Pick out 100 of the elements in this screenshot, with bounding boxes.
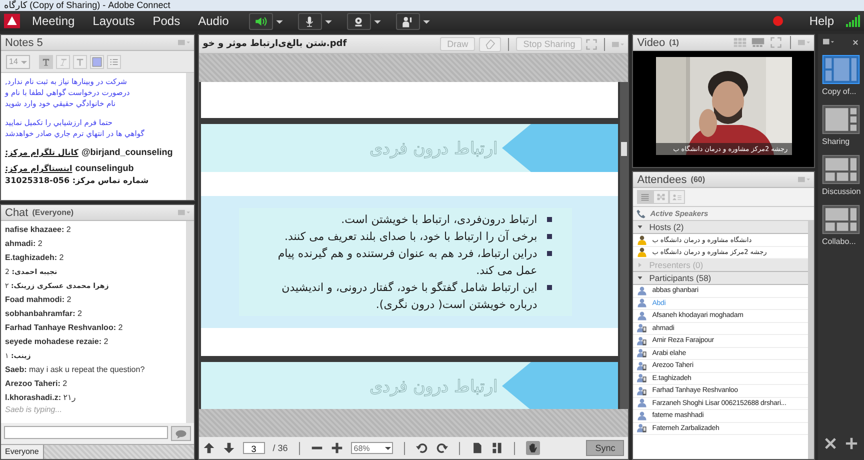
layout-label[interactable]: Discussion bbox=[822, 187, 861, 196]
chat-message: ahmadi: 2 bbox=[5, 238, 44, 250]
page-number-field[interactable]: 3 bbox=[242, 442, 265, 454]
raise-hand-button[interactable] bbox=[396, 12, 420, 30]
menu-item[interactable]: Layouts bbox=[86, 14, 141, 28]
caret-icon bbox=[384, 444, 392, 452]
slide-title: ارتباط درون فردی bbox=[369, 376, 498, 396]
redo-icon[interactable] bbox=[436, 442, 448, 454]
layout-label[interactable]: Sharing bbox=[822, 137, 850, 146]
caret-icon bbox=[637, 262, 644, 268]
host-icon bbox=[637, 234, 648, 245]
person-device-icon bbox=[637, 360, 648, 371]
caret-icon bbox=[637, 224, 644, 230]
recipient-tab[interactable]: Everyone bbox=[1, 445, 44, 459]
zoom-dropdown[interactable]: 68% bbox=[350, 442, 393, 454]
chat-message: Farhad Tanhaye Reshvanloo: 2 bbox=[5, 322, 124, 334]
undo-icon[interactable] bbox=[416, 442, 428, 454]
layout-thumbnail[interactable] bbox=[822, 55, 860, 84]
chat-message: Arezoo Taheri: 2 bbox=[5, 378, 68, 390]
group-header[interactable]: Hosts (2) bbox=[633, 221, 808, 234]
person-icon bbox=[637, 286, 648, 296]
bullet-icon bbox=[547, 217, 552, 222]
text-color-icon[interactable] bbox=[90, 54, 104, 68]
bold-icon[interactable] bbox=[39, 54, 53, 68]
close-icon[interactable] bbox=[852, 38, 860, 46]
contact-handle: @birjand_counseling bbox=[81, 147, 173, 157]
page-count: / 36 bbox=[272, 443, 288, 453]
person-device-icon bbox=[637, 373, 648, 384]
person-device-icon bbox=[637, 423, 648, 434]
menu-item[interactable]: Audio bbox=[192, 14, 235, 28]
person-icon bbox=[637, 298, 648, 308]
person-device-icon bbox=[637, 323, 648, 334]
speaker-icon bbox=[254, 14, 268, 28]
scrollbar[interactable] bbox=[620, 82, 628, 409]
pod-title: Attendees bbox=[637, 174, 687, 186]
chat-message: Foad mahmodi: 2 bbox=[5, 294, 72, 306]
pod-title: Chat bbox=[5, 206, 28, 218]
raised-hand-icon bbox=[401, 14, 414, 28]
person-icon bbox=[637, 398, 648, 408]
group-header[interactable]: Participants (58) bbox=[633, 272, 808, 285]
layout-thumbnail[interactable] bbox=[822, 205, 860, 234]
chat-message: seyede mohadese rezaie: 2 bbox=[5, 336, 110, 348]
phone-icon bbox=[636, 208, 646, 218]
menu-item[interactable]: Meeting bbox=[26, 14, 81, 28]
arrow-down-icon[interactable] bbox=[222, 442, 235, 454]
person-device-icon bbox=[637, 386, 648, 396]
contact-label: كانال تلگرام مركز: bbox=[5, 148, 78, 157]
caret-icon bbox=[637, 275, 644, 281]
page-layout-icon[interactable] bbox=[490, 442, 503, 454]
video-count: (1) bbox=[669, 38, 679, 47]
phone-line: شماره تماس مركز: 056-31025318 bbox=[5, 176, 149, 185]
attendee-count: (60) bbox=[690, 175, 706, 184]
webcam-button[interactable] bbox=[346, 12, 371, 30]
chat-message: Saeb: may i ask u repeat the question? bbox=[5, 364, 146, 376]
chat-message: nafise khazaee: 2 bbox=[5, 224, 72, 236]
single-page-icon[interactable] bbox=[470, 442, 483, 454]
logo-icon bbox=[4, 13, 20, 29]
menu-item[interactable]: Pods bbox=[146, 14, 186, 28]
list-view-icon[interactable] bbox=[637, 190, 654, 204]
layout-label[interactable]: Copy of... bbox=[822, 87, 856, 96]
bullet-icon bbox=[547, 285, 552, 290]
chat-message: sobhanbahramfar: 2 bbox=[5, 308, 83, 320]
menu-item[interactable]: Help bbox=[803, 14, 840, 28]
layout-thumbnail[interactable] bbox=[822, 155, 860, 184]
sync-button[interactable]: Sync bbox=[586, 440, 624, 456]
recording-icon[interactable] bbox=[773, 16, 784, 26]
layout-menu-icon[interactable] bbox=[823, 38, 834, 46]
microphone-button[interactable] bbox=[298, 12, 322, 30]
bullet-text: این ارتباط شامل گفتگو با خود، گفتار درونی، و اندیشیدن درباره خویشتن است( درون نگری). bbox=[280, 280, 538, 313]
eraser-icon bbox=[484, 38, 496, 48]
bullet-icon bbox=[547, 234, 552, 239]
pod-title: Notes 5 bbox=[5, 36, 43, 48]
layout-label[interactable]: Collabo... bbox=[822, 237, 856, 246]
speech-bubble-icon bbox=[174, 428, 187, 438]
typing-indicator: Saeb is typing... bbox=[5, 405, 63, 414]
signal-icon bbox=[846, 15, 860, 27]
person-icon bbox=[637, 310, 648, 321]
chat-message: E.taghizadeh: 2 bbox=[5, 252, 65, 264]
plus-icon[interactable] bbox=[845, 437, 858, 450]
bullet-text: ارتباط درون‌فردی، ارتباط با خویشتن است. bbox=[341, 212, 538, 228]
chat-scope: (Everyone) bbox=[32, 208, 74, 217]
host-icon bbox=[637, 247, 648, 258]
window-title: کارگاه (Copy of Sharing) - Adobe Connect bbox=[4, 0, 170, 11]
document-title: شتن بالغ‌ی‌ارتباط موثر و خو.pdf bbox=[202, 39, 347, 49]
layout-thumbnail[interactable] bbox=[822, 105, 860, 134]
speaker-button[interactable] bbox=[248, 12, 273, 30]
bullet-text: دراین ارتباط، فرد هم به عنوان فرستنده و هم گیرنده پیام عمل می کند. bbox=[276, 246, 538, 279]
pod-title: Video bbox=[637, 36, 666, 48]
hand-icon[interactable] bbox=[526, 441, 540, 455]
person-device-icon bbox=[637, 336, 648, 346]
contact-label: اينستاگرام مركز: bbox=[5, 164, 72, 173]
contact-handle: counselingub bbox=[75, 163, 134, 173]
chat-input-field[interactable] bbox=[4, 426, 168, 439]
scrollbar-thumb[interactable] bbox=[621, 142, 628, 156]
bullet-text: برخی آن را ارتباط با خود، با صدای بلند تعریف می کنند. bbox=[284, 228, 538, 245]
person-device-icon bbox=[637, 348, 648, 358]
send-button[interactable] bbox=[170, 426, 191, 441]
bullet-icon bbox=[547, 251, 552, 256]
zoom-in-icon[interactable] bbox=[330, 442, 343, 454]
arrow-up-icon[interactable] bbox=[202, 442, 215, 454]
